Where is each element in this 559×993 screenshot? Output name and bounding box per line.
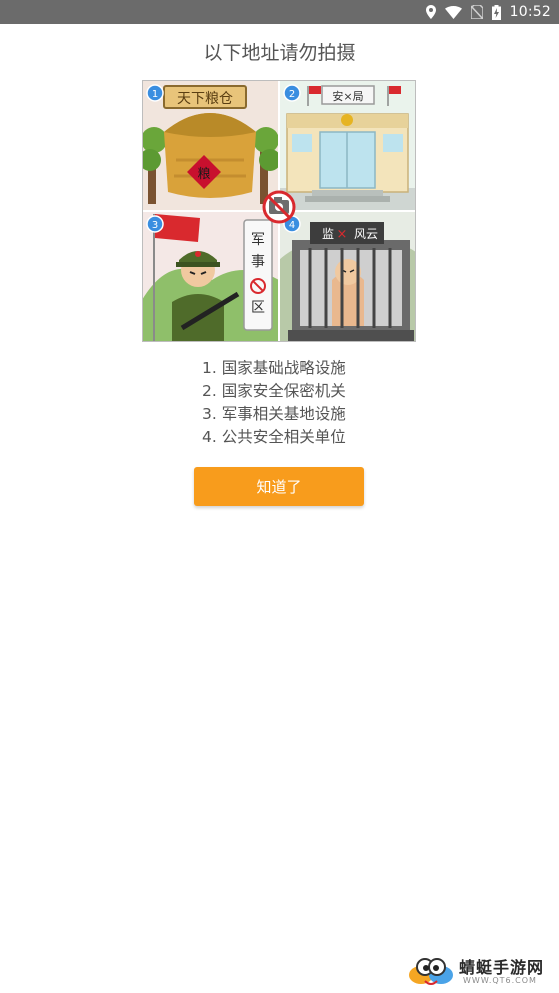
no-photo-illustration: 天下粮仓 粮 1 安×局 2 军 事 区 3 监 × 风云 4 (142, 80, 416, 342)
panel-granary: 天下粮仓 粮 1 (142, 80, 281, 211)
panel-number-3: 3 (152, 220, 158, 231)
page-title: 以下地址请勿拍摄 (203, 42, 356, 64)
status-bar: 10:52 (0, 0, 559, 24)
bureau-sign-text: 安×局 (332, 89, 363, 103)
prison-sign-left: 监 (322, 227, 334, 241)
list-item: 4. 公共安全相关单位 (202, 428, 346, 446)
grain-badge-text: 粮 (197, 167, 210, 182)
no-sim-icon (470, 5, 483, 19)
panel-number-1: 1 (152, 89, 158, 100)
granary-sign-text: 天下粮仓 (177, 91, 233, 107)
prison-sign-right: 风云 (354, 227, 378, 241)
list-item: 1. 国家基础战略设施 (202, 359, 346, 377)
panel-number-2: 2 (289, 89, 295, 100)
watermark-logo: 蜻蜓手游网 WWW.QT6.COM (407, 955, 553, 989)
status-time: 10:52 (509, 4, 551, 20)
battery-charging-icon (491, 4, 501, 20)
panel-military-zone: 军 事 区 3 (142, 211, 279, 342)
military-sign-char-1: 军 (251, 232, 265, 248)
panel-number-4: 4 (289, 220, 295, 231)
rules-list: 1. 国家基础战略设施 2. 国家安全保密机关 3. 军事相关基地设施 4. 公… (202, 357, 402, 449)
dragonfly-logo-icon (409, 958, 453, 985)
military-sign-char-2: 事 (251, 254, 265, 270)
list-item: 3. 军事相关基地设施 (202, 405, 346, 423)
watermark-brand: 蜻蜓手游网 (459, 958, 545, 977)
wifi-icon (444, 5, 462, 19)
got-it-button[interactable]: 知道了 (194, 467, 364, 506)
no-camera-icon (262, 190, 296, 224)
panel-prison: 监 × 风云 4 (279, 211, 416, 342)
panel-security-bureau: 安×局 2 (279, 80, 416, 211)
location-icon (425, 5, 436, 19)
prison-sign-mark: × (337, 227, 348, 242)
list-item: 2. 国家安全保密机关 (202, 382, 346, 400)
watermark-url: WWW.QT6.COM (463, 976, 537, 985)
military-sign-char-3: 区 (251, 300, 265, 316)
